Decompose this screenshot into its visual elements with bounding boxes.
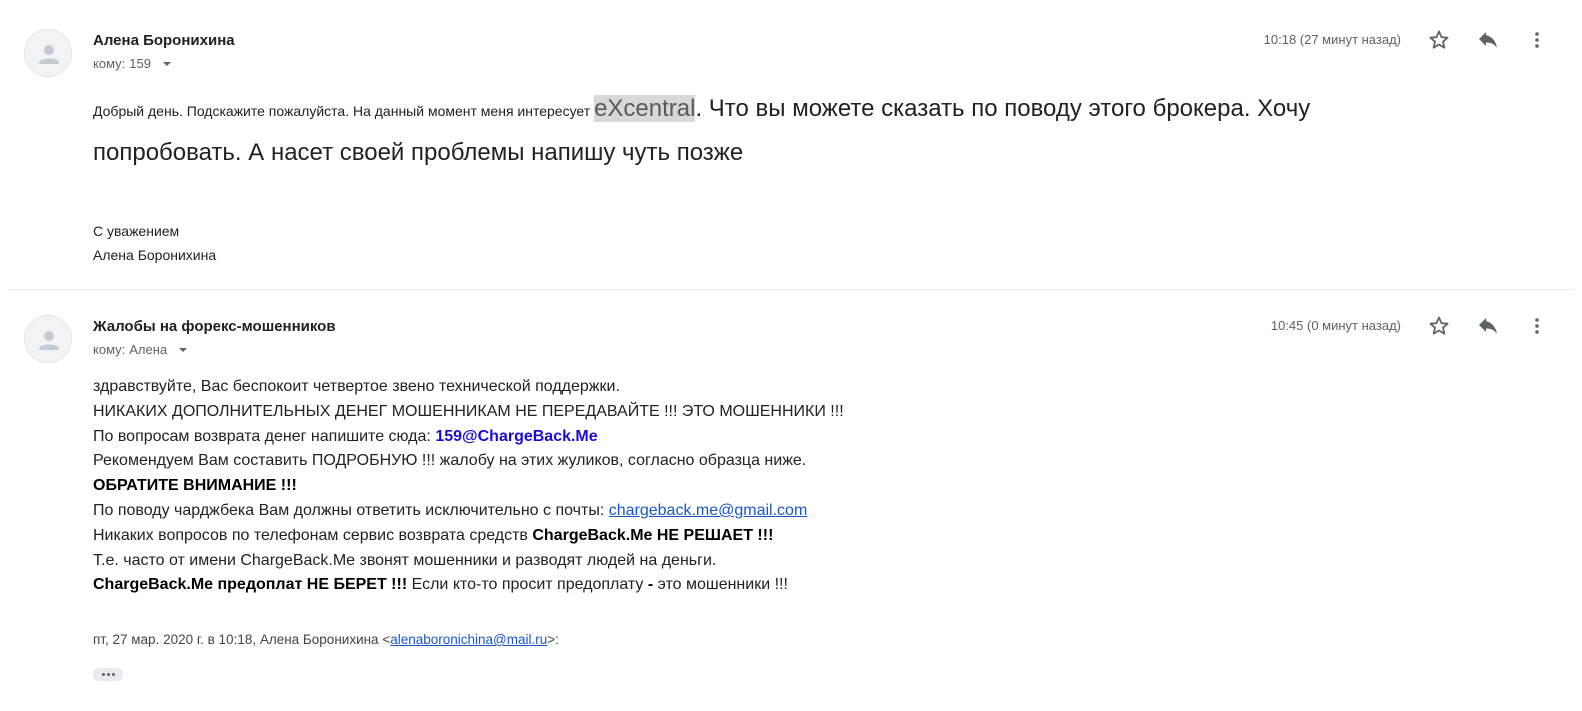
highlighted-term: eXcentral <box>594 95 696 122</box>
recipient-prefix: кому: <box>93 56 126 71</box>
more-vert-icon[interactable] <box>1525 314 1549 338</box>
avatar-icon[interactable] <box>24 29 72 77</box>
message-time: 10:45 (0 минут назад) <box>1270 318 1401 333</box>
body-line-7: Никаких вопросов по телефонам сервис воз… <box>93 524 844 549</box>
message-time: 10:18 (27 минут назад) <box>1263 32 1401 47</box>
star-icon[interactable] <box>1427 28 1451 52</box>
recipient-name: Алена <box>129 342 168 357</box>
email-message-2: Жалобы на форекс-мошенников кому: Алена … <box>0 291 1582 711</box>
show-trimmed-content-button[interactable] <box>93 668 123 681</box>
body-line-6-text: По поводу чарджбека Вам должны ответить … <box>93 501 609 519</box>
body-text-large: . Что вы можете сказать по поводу этого … <box>695 95 1311 122</box>
body-line-1: Добрый день. Подскажите пожалуйста. На д… <box>93 88 1513 132</box>
more-vert-icon[interactable] <box>1525 28 1549 52</box>
chargeback-email-link[interactable]: chargeback.me@gmail.com <box>609 502 808 519</box>
reply-icon[interactable] <box>1476 28 1500 52</box>
chevron-down-icon[interactable] <box>179 347 188 352</box>
recipient-details[interactable]: кому: Алена <box>93 342 188 357</box>
body-line-8: Т.е. часто от имени ChargeBack.Me звонят… <box>93 551 717 569</box>
reply-icon[interactable] <box>1476 314 1500 338</box>
body-line-9-text: Если кто-то просит предоплату <box>407 576 648 594</box>
body-line-9: ChargeBack.Me предоплат НЕ БЕРЕТ !!! Есл… <box>93 573 844 598</box>
body-line-2: НИКАКИХ ДОПОЛНИТЕЛЬНЫХ ДЕНЕГ МОШЕННИКАМ … <box>93 402 844 420</box>
body-line-6: По поводу чарджбека Вам должны ответить … <box>93 499 844 524</box>
body-line-9-bold: ChargeBack.Me предоплат НЕ БЕРЕТ !!! <box>93 576 408 594</box>
signature: С уважением Алена Боронихина <box>93 219 216 267</box>
message-body: здравствуйте, Вас беспокоит четвертое зв… <box>93 375 844 598</box>
ellipsis-dot <box>101 673 105 676</box>
body-line-7-text: Никаких вопросов по телефонам сервис воз… <box>93 526 533 544</box>
chevron-down-icon[interactable] <box>162 61 171 66</box>
support-email[interactable]: 159@ChargeBack.Me <box>435 428 597 445</box>
sender-name[interactable]: Алена Боронихина <box>93 32 235 49</box>
signature-line-1: С уважением <box>93 223 180 239</box>
body-line-3: По вопросам возврата денег напишите сюда… <box>93 425 844 450</box>
body-line-1: здравствуйте, Вас беспокоит четвертое зв… <box>93 378 620 395</box>
body-line-4: Рекомендуем Вам составить ПОДРОБНУЮ !!! … <box>93 452 807 470</box>
body-line-7-bold: ChargeBack.Me НЕ РЕШАЕТ !!! <box>532 526 774 544</box>
quote-email-link[interactable]: alenaboronichina@mail.ru <box>390 632 547 647</box>
email-message-1: Алена Боронихина кому: 159 10:18 (27 мин… <box>0 0 1582 290</box>
body-line-3-text: По вопросам возврата денег напишите сюда… <box>93 427 436 445</box>
ellipsis-dot <box>111 673 115 676</box>
body-line-2: попробовать. А насет своей проблемы напи… <box>93 139 744 166</box>
recipient-prefix: кому: <box>93 342 126 357</box>
body-text-small: Добрый день. Подскажите пожалуйста. На д… <box>93 103 595 119</box>
quote-prefix: пт, 27 мар. 2020 г. в 10:18, Алена Борон… <box>93 632 391 647</box>
message-body: Добрый день. Подскажите пожалуйста. На д… <box>93 88 1513 173</box>
avatar-icon[interactable] <box>24 315 72 363</box>
recipient-name: 159 <box>129 56 151 71</box>
quote-header: пт, 27 мар. 2020 г. в 10:18, Алена Борон… <box>93 632 559 647</box>
star-icon[interactable] <box>1427 314 1451 338</box>
sender-name[interactable]: Жалобы на форекс-мошенников <box>93 318 336 335</box>
body-line-5: ОБРАТИТЕ ВНИМАНИЕ !!! <box>93 474 844 499</box>
recipient-details[interactable]: кому: 159 <box>93 56 171 71</box>
message-divider <box>8 289 1574 290</box>
quote-suffix: >: <box>547 632 559 647</box>
signature-line-2: Алена Боронихина <box>93 247 217 263</box>
ellipsis-dot <box>106 673 110 676</box>
attention-text: ОБРАТИТЕ ВНИМАНИЕ !!! <box>93 477 297 495</box>
body-line-9-end: это мошенники !!! <box>653 576 788 594</box>
